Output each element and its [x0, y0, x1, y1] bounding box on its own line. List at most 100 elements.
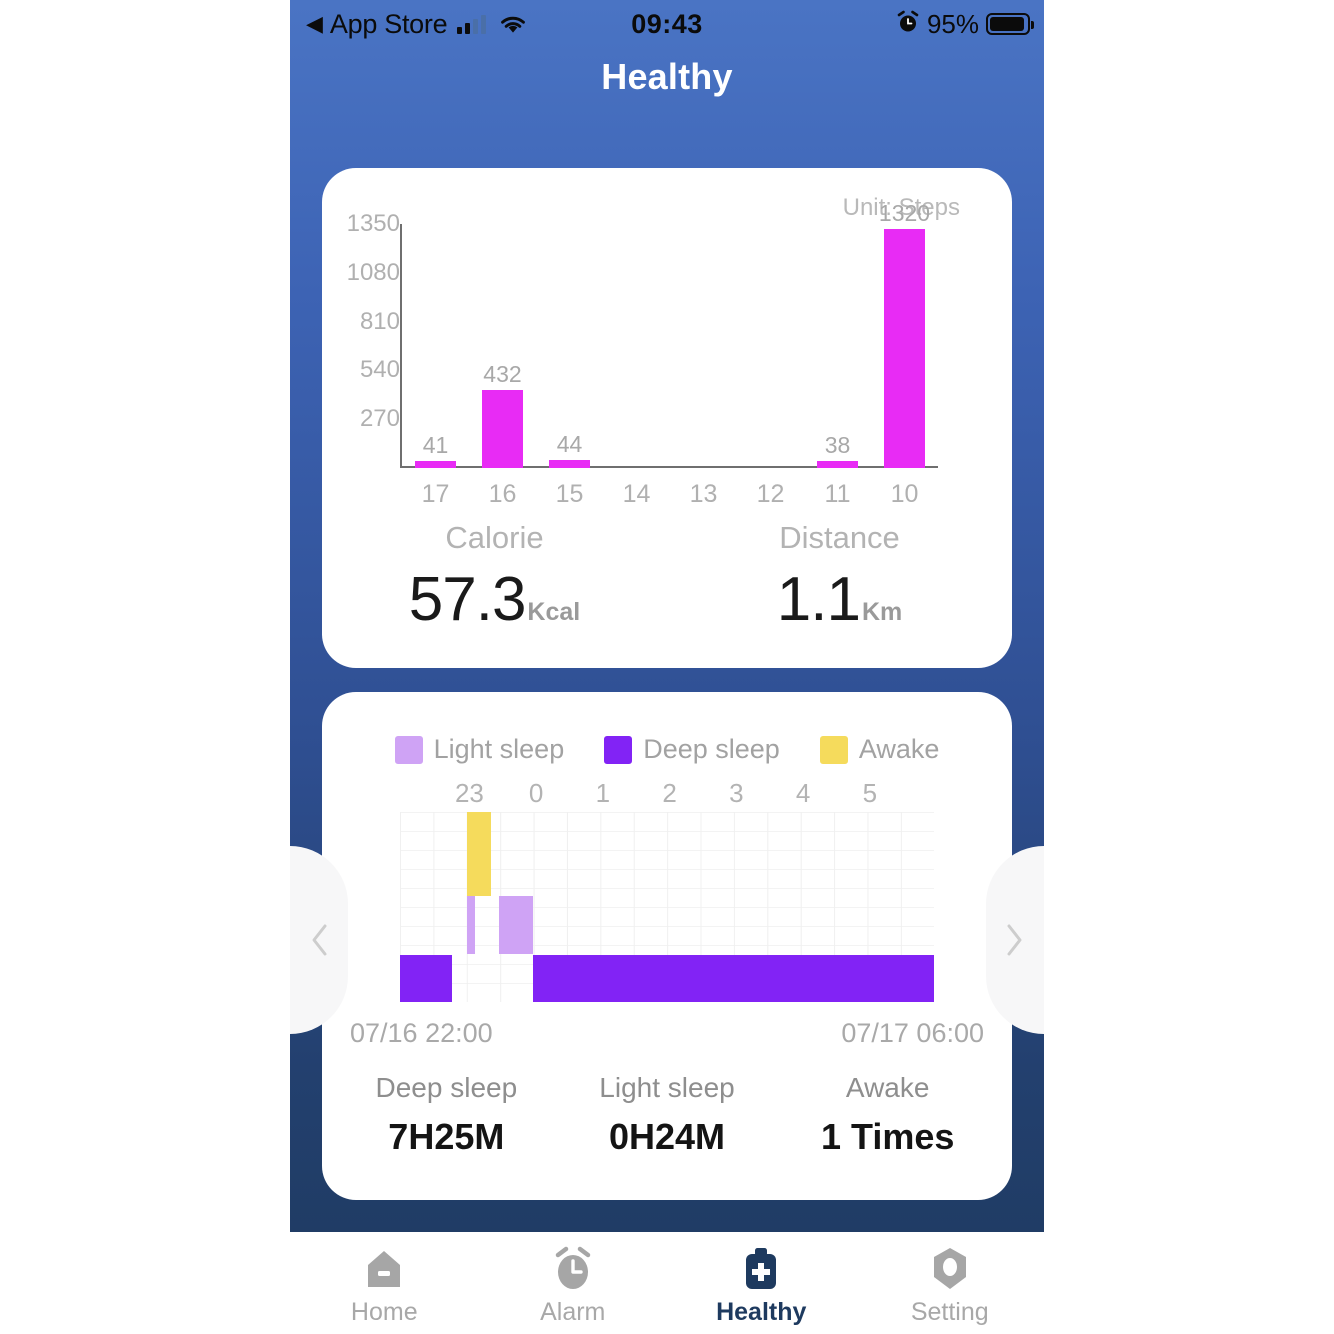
sleep-stat-title: Deep sleep [375, 1072, 518, 1103]
calorie-value: 57.3 [408, 565, 527, 634]
chart-bar-fill [816, 461, 859, 468]
battery-percent-label: 95% [926, 8, 979, 39]
sleep-stat-title: Awake [845, 1072, 930, 1103]
sleep-stat: Deep sleep 7H25M [336, 1072, 557, 1158]
chart-bar-value: 432 [483, 360, 522, 387]
sleep-hour-labels: 23 0 1 2 3 4 5 [400, 778, 934, 812]
sleep-segment [467, 812, 492, 896]
prev-day-button[interactable] [290, 846, 348, 1034]
sleep-stat-value: 0H24M [608, 1116, 726, 1157]
page-header: Healthy [290, 48, 1044, 98]
chart-bar: 432 [481, 361, 524, 468]
legend-item: Deep sleep [604, 734, 780, 765]
chart-bar-fill [414, 460, 457, 468]
y-tick-label: 810 [359, 307, 400, 335]
sleep-stat-value: 1 Times [820, 1116, 955, 1157]
page-title: Healthy [601, 56, 733, 97]
sleep-hour-label: 4 [795, 778, 811, 808]
legend-label: Light sleep [433, 734, 565, 764]
sleep-legend: Light sleep Deep sleep Awake [322, 734, 1012, 765]
distance-value: 1.1 [776, 565, 861, 634]
distance-summary: Distance 1.1 Km [667, 520, 1012, 635]
sleep-hour-label: 1 [595, 778, 611, 808]
sleep-grid [400, 812, 934, 1002]
y-tick-label: 270 [359, 405, 400, 433]
next-day-button[interactable] [986, 846, 1044, 1034]
steps-card: Unit: Steps 270 540 810 1080 1350 41 432 44 38 1… [322, 168, 1012, 668]
chart-bar-value: 41 [422, 431, 449, 458]
sleep-segment [532, 954, 934, 1002]
chart-bar: 41 [414, 432, 457, 468]
y-tick-label: 540 [359, 356, 400, 384]
x-tick-label: 13 [689, 480, 718, 508]
distance-title: Distance [779, 520, 900, 555]
nav-item-healthy[interactable]: Healthy [667, 1240, 856, 1327]
calorie-summary: Calorie 57.3 Kcal [322, 520, 667, 635]
sleep-chart: 23 0 1 2 3 4 5 [400, 778, 934, 1004]
phone-screen: ◀ App Store 09:43 95% Healthy Unit: Step… [290, 0, 1044, 1334]
sleep-hour-label: 2 [662, 778, 677, 808]
chart-bar-fill [481, 389, 524, 468]
x-tick-label: 14 [622, 480, 651, 508]
calorie-title: Calorie [445, 520, 544, 555]
y-axis-labels: 270 540 810 1080 1350 [330, 210, 400, 464]
nav-item-setting[interactable]: Setting [856, 1240, 1045, 1327]
nav-label-healthy: Healthy [716, 1297, 807, 1326]
bars-plot-area: 41 432 44 38 1320 [402, 200, 938, 468]
sleep-hour-label: 0 [528, 778, 544, 808]
y-tick-label: 1080 [346, 258, 400, 286]
chart-bar-value: 38 [824, 432, 851, 459]
battery-icon [986, 13, 1034, 35]
status-bar: ◀ App Store 09:43 95% [290, 0, 1044, 48]
steps-summary: Calorie 57.3 Kcal Distance 1.1 Km [322, 520, 1012, 635]
legend-item: Light sleep [394, 734, 565, 765]
x-tick-label: 16 [488, 480, 517, 508]
sleep-stat-title: Light sleep [599, 1072, 735, 1103]
nav-label-alarm: Alarm [540, 1297, 606, 1326]
sleep-time-range: 07/16 22:00 07/17 06:00 [322, 1018, 1012, 1049]
x-tick-label: 15 [555, 480, 584, 508]
nav-label-home: Home [350, 1297, 418, 1326]
sleep-start-time: 07/16 22:00 [350, 1018, 493, 1048]
chart-bar-fill [883, 229, 926, 468]
status-bar-right: 95% [896, 8, 1034, 40]
gear-icon [926, 1244, 974, 1294]
legend-item: Awake [819, 734, 939, 765]
chevron-right-icon [1007, 924, 1022, 956]
x-tick-label: 17 [421, 480, 450, 508]
x-tick-label: 11 [824, 480, 851, 508]
nav-item-home[interactable]: Home [290, 1240, 479, 1327]
bottom-navigation: Home Alarm Healthy Setting [290, 1232, 1044, 1334]
chart-bar-fill [548, 460, 591, 468]
alarm-clock-icon [549, 1244, 597, 1294]
sleep-end-time: 07/17 06:00 [841, 1018, 984, 1048]
sleep-segment [400, 954, 453, 1002]
sleep-stat: Light sleep 0H24M [557, 1072, 778, 1158]
chevron-left-icon [312, 924, 327, 956]
sleep-segment [466, 895, 476, 955]
chart-bar: 1320 [879, 200, 930, 468]
sleep-stats: Deep sleep 7H25M Light sleep 0H24M Awake 1 Ti… [322, 1072, 1012, 1158]
chart-bar-value: 44 [556, 431, 583, 458]
sleep-hour-label: 3 [729, 778, 744, 808]
y-tick-label: 1350 [346, 210, 400, 237]
sleep-segment [498, 895, 533, 955]
sleep-stat-value: 7H25M [388, 1116, 505, 1157]
legend-swatch [394, 735, 423, 764]
legend-label: Deep sleep [643, 734, 780, 764]
sleep-hour-label: 23 [454, 778, 484, 808]
chart-bar: 38 [816, 432, 859, 468]
alarm-clock-icon [896, 10, 920, 39]
calorie-unit: Kcal [527, 598, 581, 626]
x-tick-label: 12 [756, 480, 785, 508]
steps-bar-chart: 270 540 810 1080 1350 41 432 44 38 1320 17 16 15 14… [322, 168, 1012, 508]
sleep-stat: Awake 1 Times [777, 1072, 998, 1158]
sleep-card: Light sleep Deep sleep Awake 23 0 1 2 3 4 5 07/1… [322, 692, 1012, 1200]
distance-unit: Km [861, 598, 903, 626]
legend-swatch [604, 735, 633, 764]
sleep-hour-label: 5 [862, 778, 878, 808]
home-icon [360, 1244, 408, 1294]
nav-label-setting: Setting [910, 1297, 989, 1326]
nav-item-alarm[interactable]: Alarm [479, 1240, 668, 1327]
medical-kit-icon [737, 1244, 785, 1294]
